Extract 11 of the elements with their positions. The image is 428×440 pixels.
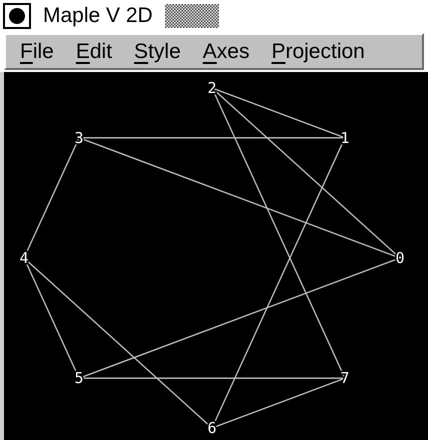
node-label: 1 [340,128,350,147]
window-title: Maple V 2D [43,5,153,26]
node-label: 0 [395,249,405,267]
menu-item[interactable]: Edit [76,40,112,62]
menu-item[interactable]: Projection [271,40,365,62]
menu-item[interactable]: Style [134,40,181,62]
menu-item[interactable]: File [20,40,54,62]
checkered-swatch-icon [164,4,219,28]
node-label: 2 [207,79,217,97]
window-icon[interactable] [3,2,31,29]
menu-item[interactable]: Axes [202,40,250,62]
